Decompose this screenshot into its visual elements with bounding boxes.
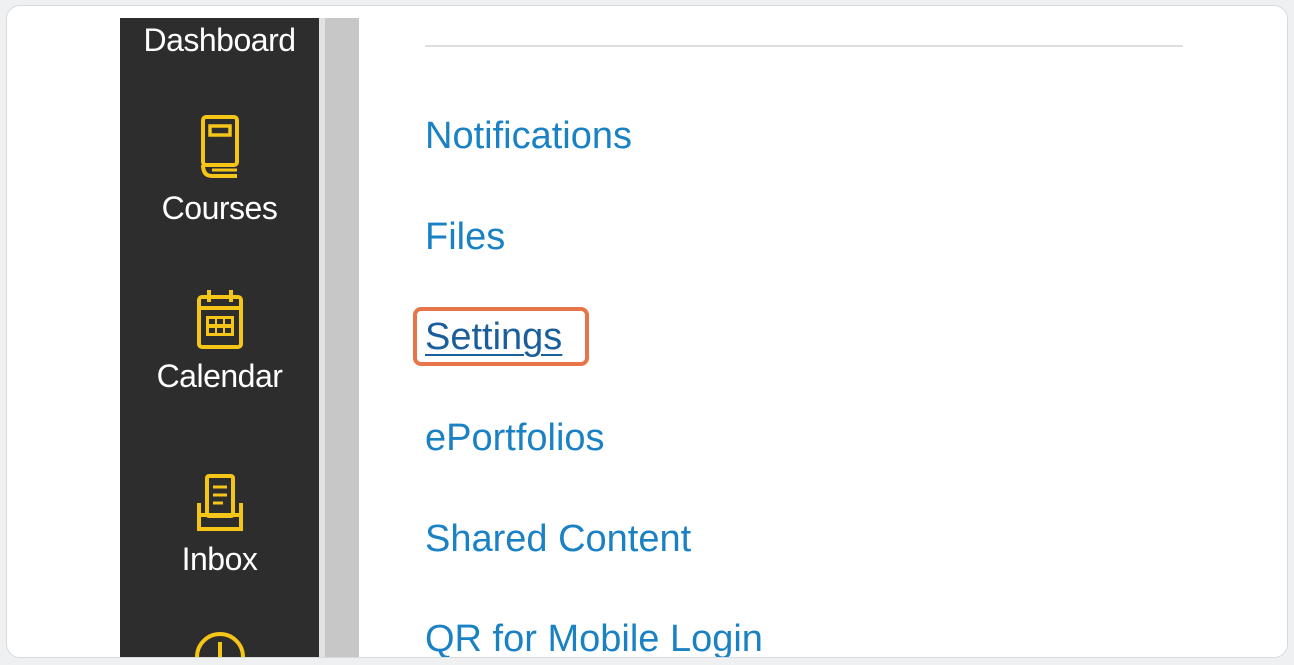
nav-item-calendar[interactable]: Calendar xyxy=(120,288,319,394)
menu-link-eportfolios[interactable]: ePortfolios xyxy=(425,416,605,460)
inbox-icon xyxy=(195,473,245,535)
nav-item-inbox[interactable]: Inbox xyxy=(120,473,319,577)
global-navigation: Dashboard Courses Calendar Inbox xyxy=(120,18,319,657)
nav-scrollbar[interactable] xyxy=(319,18,359,657)
nav-label-dashboard: Dashboard xyxy=(143,22,296,58)
nav-label-courses: Courses xyxy=(161,190,278,226)
nav-item-courses[interactable]: Courses xyxy=(120,114,319,226)
scrollbar-edge xyxy=(319,18,325,657)
nav-item-dashboard[interactable]: Dashboard xyxy=(120,22,319,58)
calendar-icon xyxy=(195,288,245,352)
menu-link-shared-content[interactable]: Shared Content xyxy=(425,517,691,561)
history-icon xyxy=(193,630,247,657)
nav-item-history[interactable] xyxy=(120,630,319,657)
menu-link-files[interactable]: Files xyxy=(425,215,505,259)
menu-link-notifications[interactable]: Notifications xyxy=(425,114,632,158)
nav-label-calendar: Calendar xyxy=(156,358,283,394)
settings-highlight-box xyxy=(413,307,589,366)
screenshot-frame: Dashboard Courses Calendar Inbox Notific… xyxy=(6,5,1288,658)
menu-divider xyxy=(425,45,1183,47)
book-icon xyxy=(198,114,242,184)
menu-link-qr-mobile-login[interactable]: QR for Mobile Login xyxy=(425,617,763,657)
nav-label-inbox: Inbox xyxy=(181,541,258,577)
